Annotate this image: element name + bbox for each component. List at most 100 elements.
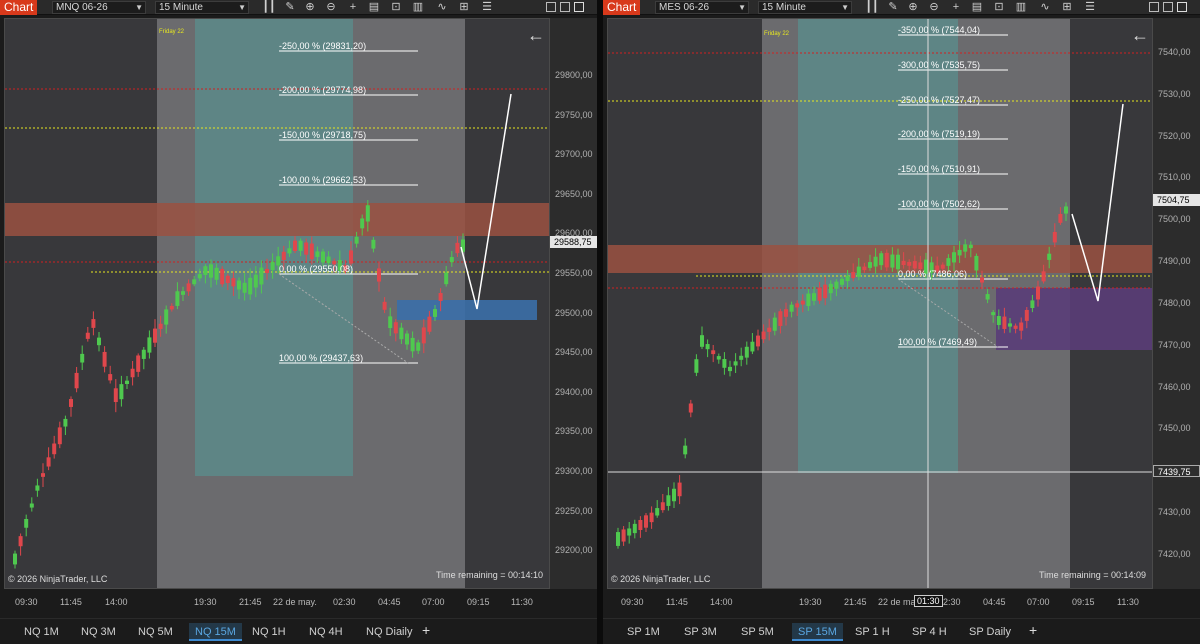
demand-zone	[996, 288, 1152, 350]
time-tick: 07:00	[422, 597, 445, 607]
tab-nq-1h[interactable]: NQ 1H	[246, 623, 292, 641]
tab-sp-3m[interactable]: SP 3M	[678, 623, 723, 641]
candle-body	[321, 251, 325, 263]
data-box-icon[interactable]: ⊞	[1060, 0, 1074, 15]
minimize-icon[interactable]	[1149, 2, 1159, 12]
fib-label: 0,00 % (29550,08)	[279, 264, 354, 274]
tab-nq-daily[interactable]: NQ Diaily	[360, 623, 418, 641]
data-box-icon[interactable]: ⊞	[457, 0, 471, 15]
strategy-icon[interactable]: ⊡	[389, 0, 403, 15]
candle-body	[169, 305, 174, 310]
maximize-icon[interactable]	[1163, 2, 1173, 12]
chart-toolbar: Chart MNQ 06-26 ▼ 15 Minute ▼ ┃┃ ✎ ⊕ ⊖ + ▤…	[0, 0, 597, 15]
crosshair-icon[interactable]: +	[949, 0, 963, 15]
pencil-icon[interactable]: ✎	[283, 0, 297, 15]
candle-body	[700, 335, 704, 347]
add-tab-button[interactable]: +	[1023, 621, 1043, 639]
list-icon[interactable]: ☰	[480, 0, 494, 15]
tab-sp-1m[interactable]: SP 1M	[621, 623, 666, 641]
chart-menu-button[interactable]: Chart	[603, 0, 640, 15]
tab-sp-15m[interactable]: SP 15M	[792, 623, 843, 641]
candle-body	[834, 281, 839, 289]
fib-label: 100,00 % (29437,63)	[279, 353, 364, 363]
price-axis[interactable]: 7540,00 7530,00 7520,00 7510,00 7500,00 …	[1153, 18, 1200, 589]
maximize-icon[interactable]	[560, 2, 570, 12]
pencil-icon[interactable]: ✎	[886, 0, 900, 15]
candle-body	[896, 254, 900, 270]
chart-panel-left: Chart MNQ 06-26 ▼ 15 Minute ▼ ┃┃ ✎ ⊕ ⊖ + ▤…	[0, 0, 597, 644]
bar-style-icon[interactable]: ┃┃	[865, 0, 879, 15]
price-chart[interactable]: Friday 22 ← -250,00 % (29831,20) -200,00…	[4, 18, 550, 589]
price-chart[interactable]: Friday 22 ← -350,00 % (7544,04) -300,00 …	[607, 18, 1153, 589]
candle-body	[309, 243, 314, 260]
zoom-out-icon[interactable]: ⊖	[927, 0, 941, 15]
price-tick: 29450,00	[555, 347, 593, 357]
tab-sp-1h[interactable]: SP 1 H	[849, 623, 896, 641]
crosshair-icon[interactable]: +	[346, 0, 360, 15]
instrument-selector[interactable]: MES 06-26 ▼	[655, 1, 749, 14]
chart-menu-button[interactable]: Chart	[0, 0, 37, 15]
price-tick: 7480,00	[1158, 298, 1191, 308]
tab-nq-5m[interactable]: NQ 5M	[132, 623, 179, 641]
drawing-tools-icon[interactable]: ∿	[435, 0, 449, 15]
fib-label: 100,00 % (7469,49)	[898, 337, 978, 347]
tab-nq-4h[interactable]: NQ 4H	[303, 623, 349, 641]
time-axis[interactable]: 09:30 11:45 14:00 19:30 21:45 22 de ma 0…	[603, 592, 1200, 612]
properties-icon[interactable]: ▤	[367, 0, 381, 15]
strategy-icon[interactable]: ⊡	[992, 0, 1006, 15]
minimize-icon[interactable]	[546, 2, 556, 12]
tab-sp-daily[interactable]: SP Daily	[963, 623, 1017, 641]
price-tick: 7510,00	[1158, 172, 1191, 182]
candle-body	[1052, 231, 1057, 243]
indicators-icon[interactable]: ▥	[411, 0, 425, 15]
timeframe-selector[interactable]: 15 Minute ▼	[758, 1, 852, 14]
close-icon[interactable]	[574, 2, 584, 12]
candle-body	[812, 293, 816, 301]
zoom-out-icon[interactable]: ⊖	[324, 0, 338, 15]
candle-body	[259, 267, 264, 285]
tab-sp-5m[interactable]: SP 5M	[735, 623, 780, 641]
candle-body	[113, 388, 118, 403]
candle-body	[789, 304, 794, 312]
candle-body	[840, 278, 844, 285]
tab-sp-4h[interactable]: SP 4 H	[906, 623, 953, 641]
timeframe-value: 15 Minute	[159, 2, 203, 13]
price-axis[interactable]: 29800,00 29750,00 29700,00 29650,00 2960…	[550, 18, 597, 589]
zoom-in-icon[interactable]: ⊕	[906, 0, 920, 15]
candle-body	[360, 218, 365, 229]
zoom-in-icon[interactable]: ⊕	[303, 0, 317, 15]
price-tick: 7450,00	[1158, 423, 1191, 433]
candle-body	[616, 532, 620, 546]
candle-body	[231, 278, 236, 287]
tab-nq-1m[interactable]: NQ 1M	[18, 623, 65, 641]
bar-style-icon[interactable]: ┃┃	[262, 0, 276, 15]
time-axis[interactable]: 09:30 11:45 14:00 19:30 21:45 22 de may.…	[0, 592, 597, 612]
copyright-text: © 2026 NinjaTrader, LLC	[611, 574, 711, 584]
tab-nq-3m[interactable]: NQ 3M	[75, 623, 122, 641]
candle-body	[287, 248, 292, 254]
candle-body	[795, 303, 800, 308]
candle-body	[672, 488, 676, 502]
timeframe-selector[interactable]: 15 Minute ▼	[155, 1, 249, 14]
candle-body	[270, 261, 275, 271]
back-arrow-icon[interactable]: ←	[1131, 25, 1149, 46]
tab-nq-15m[interactable]: NQ 15M	[189, 623, 242, 641]
chevron-down-icon: ▼	[135, 3, 143, 12]
time-tick: 11:45	[60, 597, 82, 607]
close-icon[interactable]	[1177, 2, 1187, 12]
list-icon[interactable]: ☰	[1083, 0, 1097, 15]
current-price-tag: 29588,75	[550, 236, 597, 248]
candle-body	[823, 284, 828, 299]
drawing-tools-icon[interactable]: ∿	[1038, 0, 1052, 15]
candle-body	[868, 262, 872, 268]
chevron-down-icon: ▼	[238, 3, 246, 12]
back-arrow-icon[interactable]: ←	[527, 25, 545, 46]
properties-icon[interactable]: ▤	[970, 0, 984, 15]
candle-body	[733, 361, 738, 366]
add-tab-button[interactable]: +	[416, 621, 436, 639]
chart-canvas	[5, 19, 549, 588]
indicators-icon[interactable]: ▥	[1014, 0, 1028, 15]
instrument-selector[interactable]: MNQ 06-26 ▼	[52, 1, 146, 14]
price-tick: 29750,00	[555, 110, 593, 120]
chart-tabs: NQ 1M NQ 3M NQ 5M NQ 15M NQ 1H NQ 4H NQ …	[0, 618, 597, 644]
